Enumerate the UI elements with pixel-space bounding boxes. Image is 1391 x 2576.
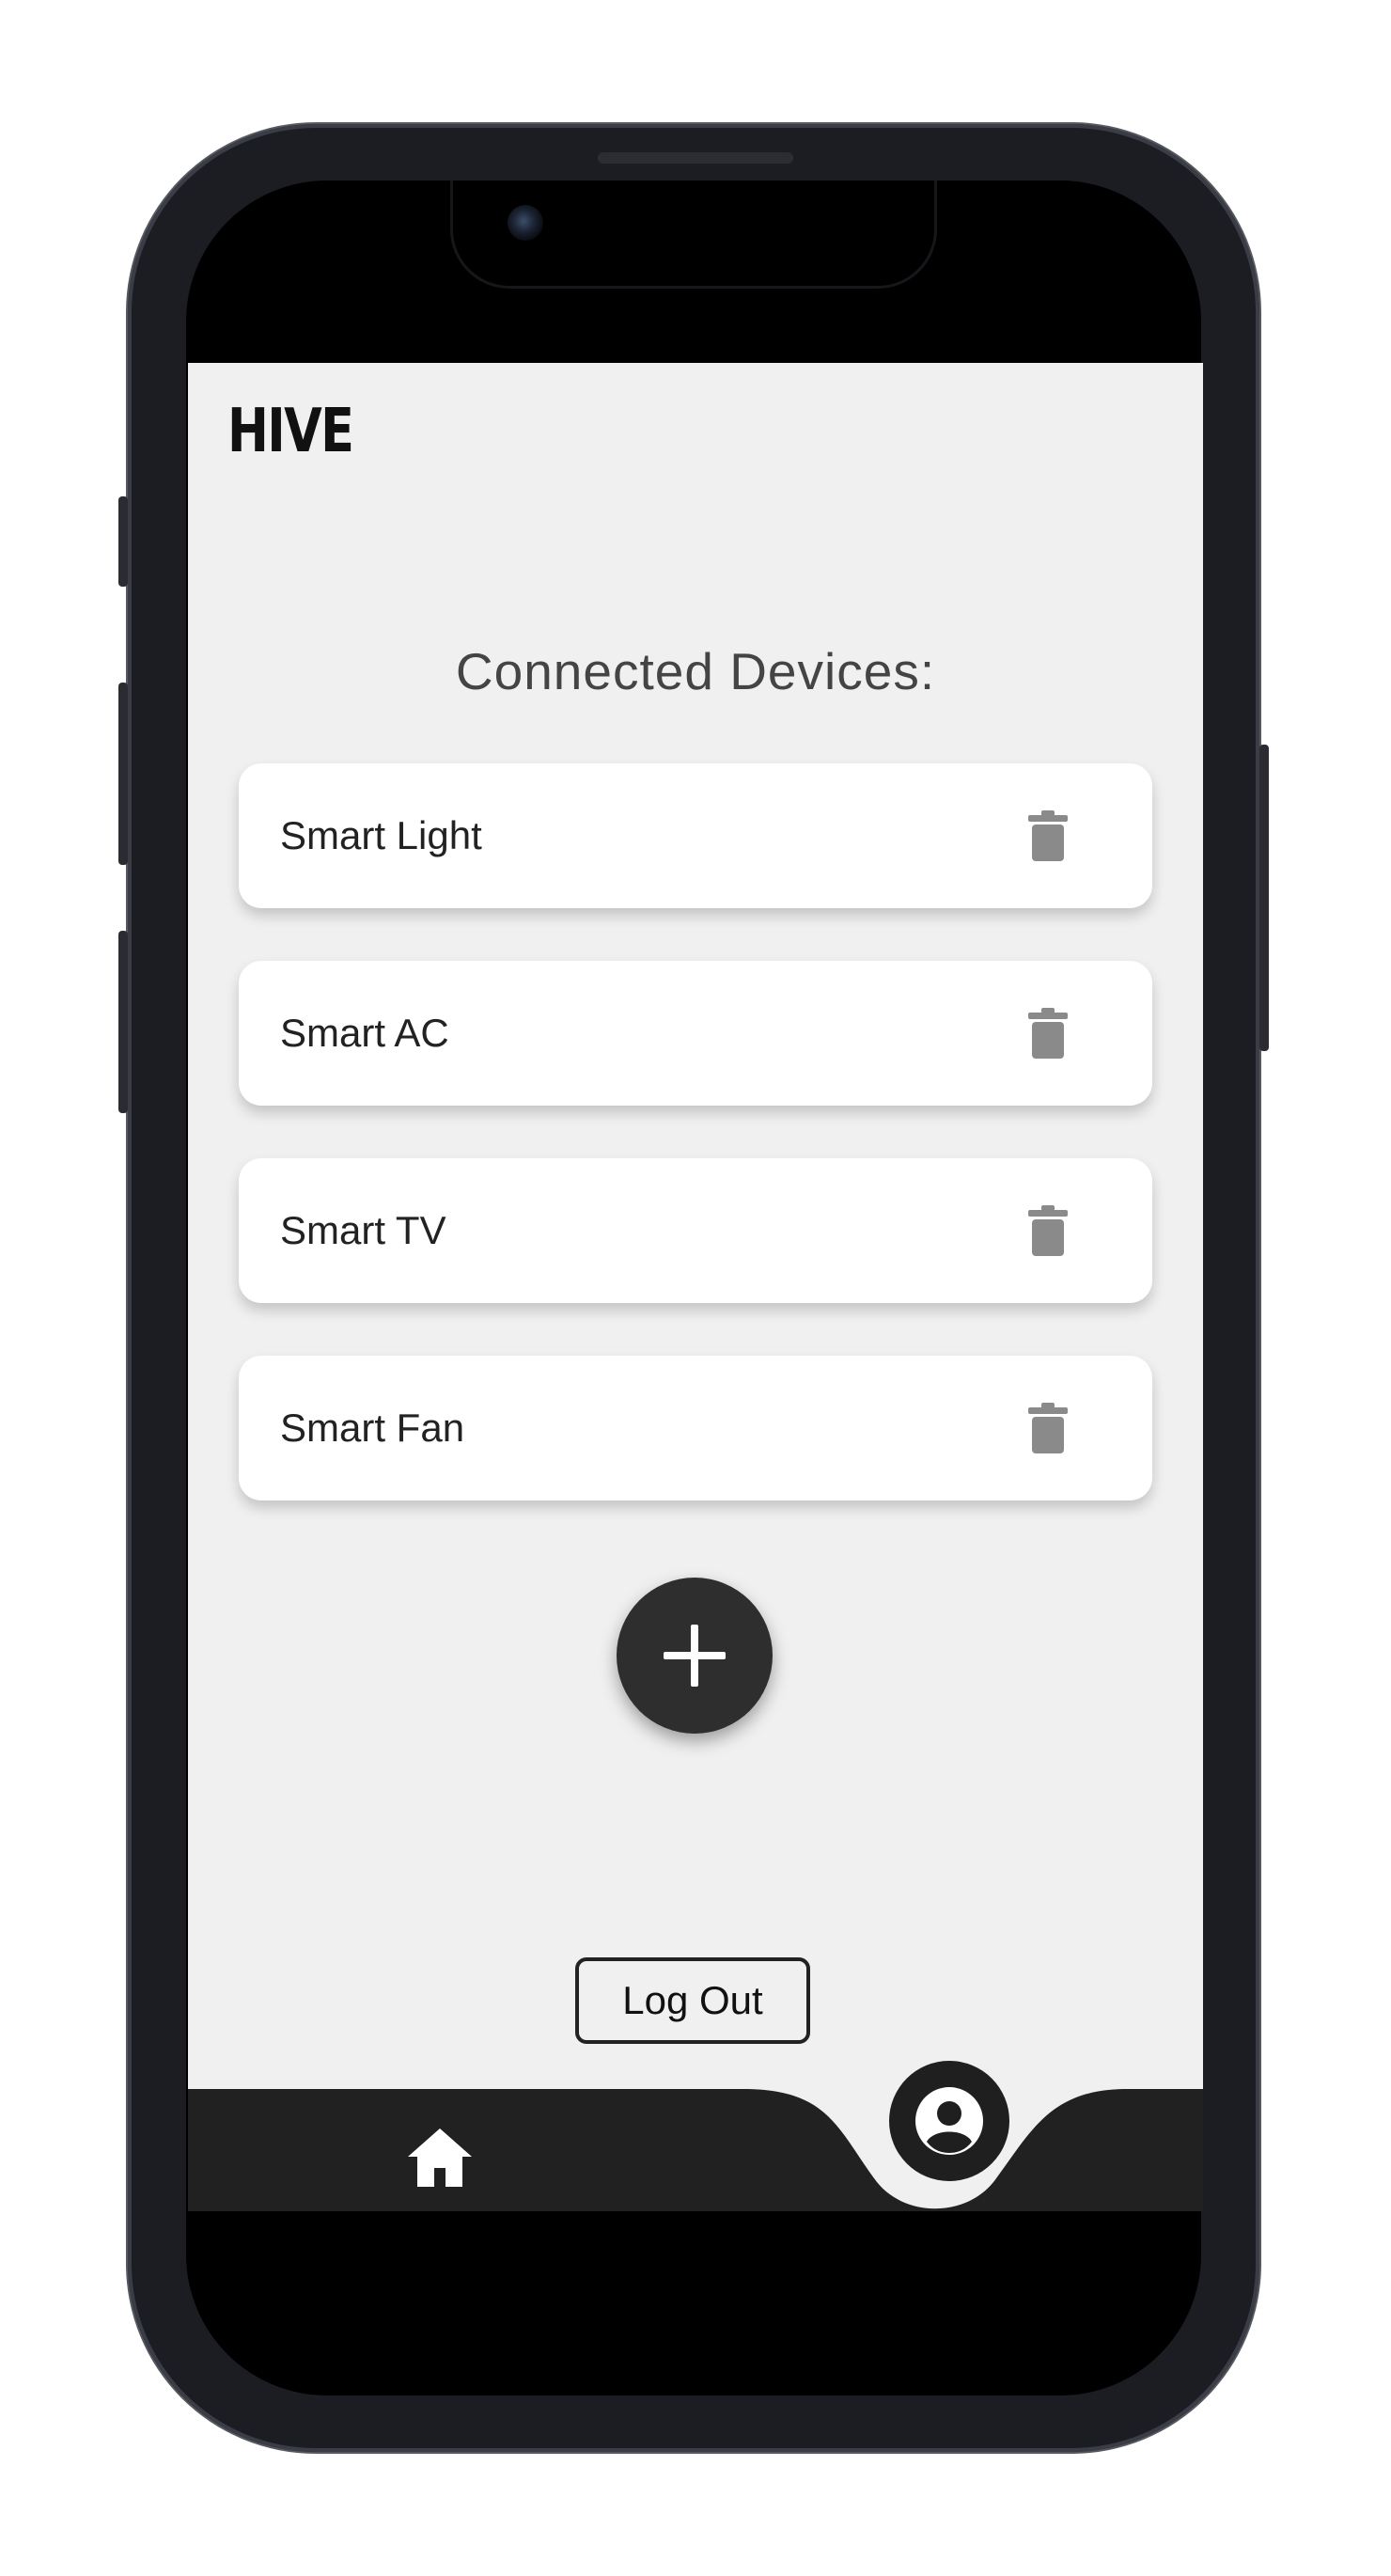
- device-card[interactable]: Smart Fan: [239, 1356, 1152, 1500]
- speaker-grille: [598, 152, 793, 164]
- trash-icon[interactable]: [1028, 1008, 1068, 1059]
- device-card[interactable]: Smart TV: [239, 1158, 1152, 1303]
- plus-icon: [664, 1625, 726, 1687]
- add-device-button[interactable]: [617, 1578, 773, 1734]
- bottom-nav-bar: [188, 2089, 1203, 2211]
- front-camera: [508, 205, 543, 241]
- device-label: Smart Fan: [280, 1406, 465, 1450]
- profile-nav-button[interactable]: [889, 2061, 1009, 2181]
- logout-button[interactable]: Log Out: [575, 1957, 810, 2044]
- page-title: Connected Devices:: [455, 642, 936, 700]
- app-logo: HIVE: [227, 397, 354, 466]
- trash-icon[interactable]: [1028, 810, 1068, 861]
- trash-icon[interactable]: [1028, 1205, 1068, 1256]
- volume-down-button: [118, 931, 128, 1113]
- device-card[interactable]: Smart Light: [239, 763, 1152, 908]
- home-icon[interactable]: [406, 2127, 474, 2189]
- silent-switch: [118, 496, 128, 587]
- power-button: [1259, 745, 1269, 1051]
- device-label: Smart Light: [280, 813, 482, 857]
- device-card[interactable]: Smart AC: [239, 961, 1152, 1106]
- account-circle-icon: [915, 2087, 983, 2155]
- device-label: Smart AC: [280, 1011, 449, 1055]
- device-label: Smart TV: [280, 1208, 446, 1252]
- trash-icon[interactable]: [1028, 1403, 1068, 1453]
- app-screen: HIVE Connected Devices: Smart Light Smar…: [188, 363, 1203, 2211]
- volume-up-button: [118, 683, 128, 865]
